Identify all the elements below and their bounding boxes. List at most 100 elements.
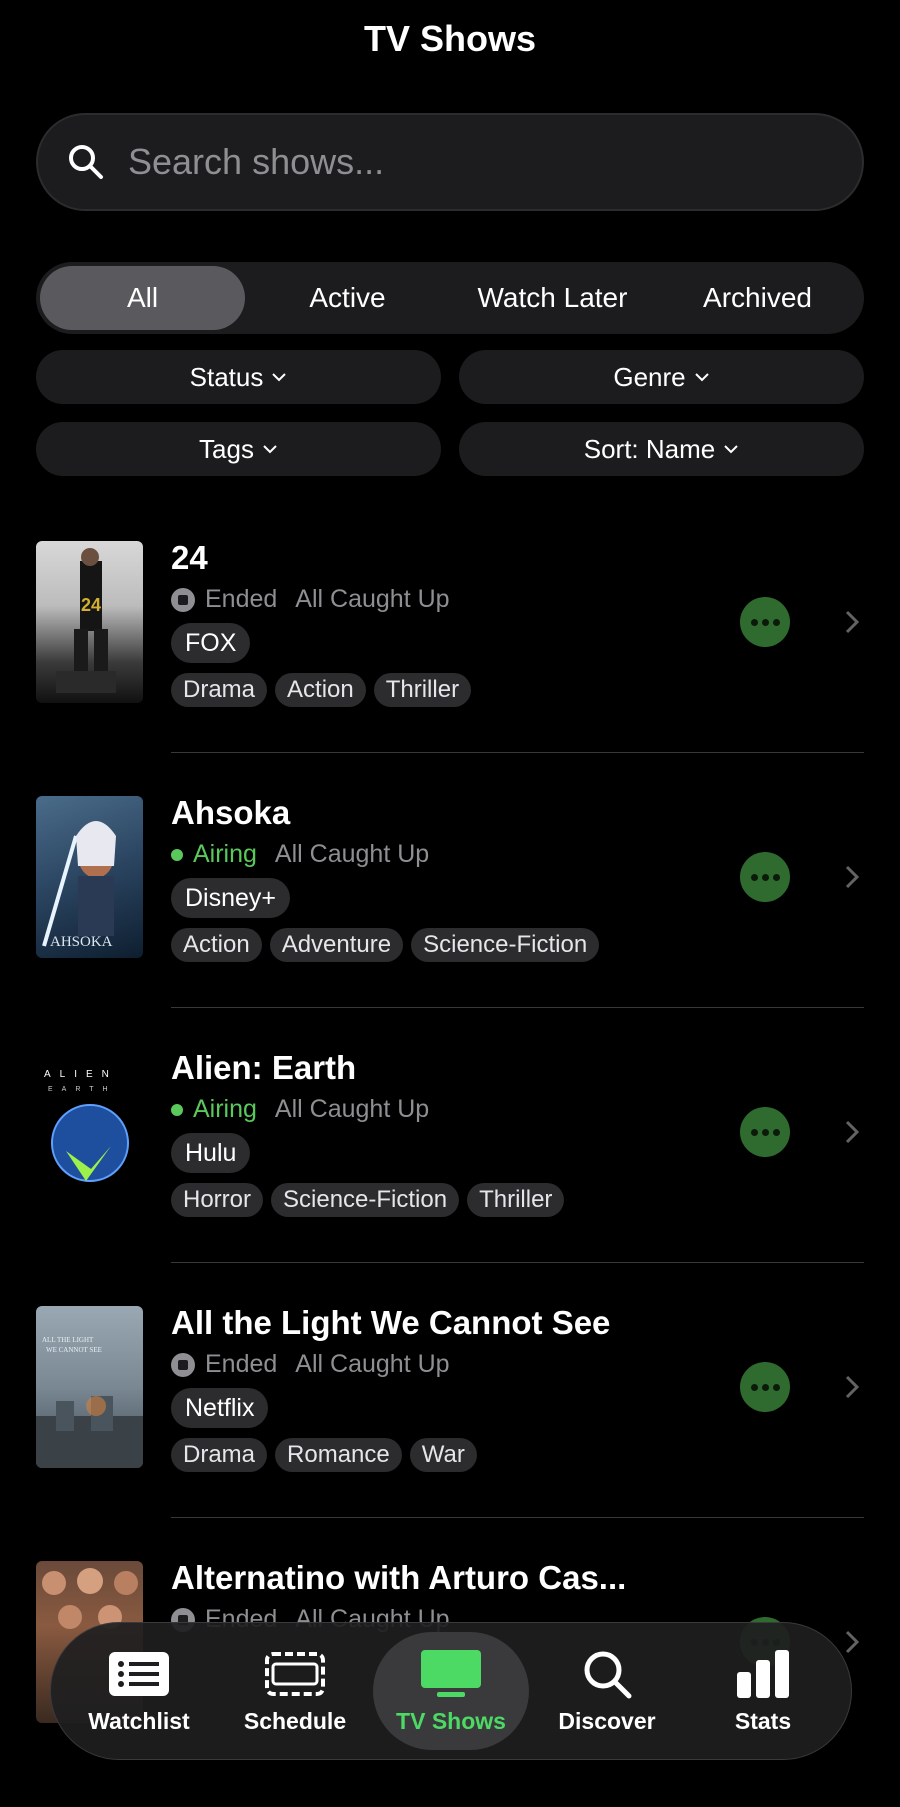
search-icon xyxy=(584,1651,632,1698)
chevron-down-icon xyxy=(272,373,287,382)
show-title: Ahsoka xyxy=(171,794,291,831)
tab-watchlist[interactable]: Watchlist xyxy=(61,1632,217,1750)
more-options-button[interactable] xyxy=(740,597,790,647)
more-dots-icon xyxy=(772,1383,780,1391)
search-icon xyxy=(69,145,103,179)
show-title: 24 xyxy=(171,539,208,576)
chevron-right-icon[interactable] xyxy=(844,1119,860,1145)
chevron-down-icon xyxy=(263,445,277,454)
status-text: Airing xyxy=(193,840,257,868)
poster-image: AHSOKA xyxy=(36,796,143,958)
more-dots-icon xyxy=(772,1128,780,1136)
svg-text:ALIEN: ALIEN xyxy=(44,1069,118,1080)
svg-text:EARTH: EARTH xyxy=(48,1086,117,1093)
more-dots-icon xyxy=(761,618,769,626)
genre-tag: Romance xyxy=(275,1438,402,1472)
progress-text: All Caught Up xyxy=(274,1095,430,1123)
more-options-button[interactable] xyxy=(740,852,790,902)
tv-icon xyxy=(421,1649,481,1697)
svg-text:ALL THE LIGHT: ALL THE LIGHT xyxy=(42,1336,94,1344)
divider xyxy=(171,1517,864,1518)
status-filter-button[interactable]: Status xyxy=(36,350,441,404)
genre-tag: Drama xyxy=(171,673,268,707)
chevron-right-icon[interactable] xyxy=(844,1374,860,1400)
show-row-24[interactable]: 24 24 Ended All Caught Up FOX Drama Acti… xyxy=(36,539,864,796)
tab-tv-shows[interactable]: TV Shows xyxy=(373,1632,529,1750)
tab-schedule[interactable]: Schedule xyxy=(217,1632,373,1750)
segment-active[interactable]: Active xyxy=(245,266,450,330)
more-dots-icon xyxy=(750,1383,758,1391)
segment-watch-later[interactable]: Watch Later xyxy=(450,266,655,330)
show-title: Alien: Earth xyxy=(171,1049,357,1086)
tab-label: TV Shows xyxy=(396,1707,506,1734)
show-row-alien-earth[interactable]: ALIEN EARTH Alien: Earth Airing All Caugh… xyxy=(36,1049,864,1306)
genre-tag: Science-Fiction xyxy=(271,1183,460,1217)
network-badge: Disney+ xyxy=(171,878,291,918)
chevron-right-icon[interactable] xyxy=(844,864,860,890)
genre-tag: War xyxy=(409,1438,477,1472)
network-badge: FOX xyxy=(171,623,251,663)
tab-discover[interactable]: Discover xyxy=(529,1632,685,1750)
show-status: Ended All Caught Up xyxy=(171,1350,450,1379)
segmented-control: All Active Watch Later Archived xyxy=(36,262,864,334)
show-title: Alternatino with Arturo Cas... xyxy=(171,1559,627,1596)
poster-image: ALL THE LIGHT WE CANNOT SEE xyxy=(36,1306,143,1468)
genre-tag: Thriller xyxy=(373,673,472,707)
svg-text:WE CANNOT SEE: WE CANNOT SEE xyxy=(46,1346,102,1354)
chevron-down-icon xyxy=(694,373,709,382)
genre-tags: Drama Action Thriller xyxy=(171,673,472,707)
genre-tags: Drama Romance War xyxy=(171,1438,477,1472)
show-row-all-the-light[interactable]: ALL THE LIGHT WE CANNOT SEE All the Light… xyxy=(36,1304,864,1561)
divider xyxy=(171,752,864,753)
show-status: Airing All Caught Up xyxy=(171,840,429,869)
poster-image: 24 xyxy=(36,541,143,703)
status-filter-label: Status xyxy=(189,361,264,392)
more-options-button[interactable] xyxy=(740,1362,790,1412)
more-dots-icon xyxy=(772,618,780,626)
chevron-right-icon[interactable] xyxy=(844,609,860,635)
more-options-button[interactable] xyxy=(740,1107,790,1157)
genre-tag: Drama xyxy=(171,1438,268,1472)
tags-filter-button[interactable]: Tags xyxy=(36,422,441,476)
show-row-ahsoka[interactable]: AHSOKA Ahsoka Airing All Caught Up Disne… xyxy=(36,794,864,1051)
genre-filter-label: Genre xyxy=(613,361,686,392)
status-text: Ended xyxy=(205,1350,278,1378)
progress-text: All Caught Up xyxy=(295,585,450,613)
genre-tag: Adventure xyxy=(269,928,404,962)
status-text: Ended xyxy=(205,585,278,613)
more-dots-icon xyxy=(761,1383,769,1391)
genre-filter-button[interactable]: Genre xyxy=(459,350,864,404)
more-dots-icon xyxy=(750,618,758,626)
show-title: All the Light We Cannot See xyxy=(171,1304,611,1341)
sort-label: Sort: Name xyxy=(583,433,716,464)
tab-label: Discover xyxy=(558,1707,656,1734)
genre-tag: Horror xyxy=(171,1183,264,1217)
ended-icon xyxy=(171,1352,195,1377)
poster-image: ALIEN EARTH xyxy=(36,1051,143,1213)
genre-tag: Action xyxy=(171,928,262,962)
tab-bar: Watchlist Schedule TV Shows Discover Sta… xyxy=(50,1622,852,1760)
more-dots-icon xyxy=(761,1128,769,1136)
more-dots-icon xyxy=(750,1128,758,1136)
airing-dot-icon xyxy=(171,848,183,861)
tab-label: Watchlist xyxy=(88,1707,190,1734)
svg-text:AHSOKA: AHSOKA xyxy=(50,934,113,950)
sort-button[interactable]: Sort: Name xyxy=(459,422,864,476)
search-bar[interactable] xyxy=(36,113,864,211)
svg-text:24: 24 xyxy=(81,595,101,615)
ended-icon xyxy=(171,587,195,612)
progress-text: All Caught Up xyxy=(295,1350,450,1378)
divider xyxy=(171,1007,864,1008)
page-title: TV Shows xyxy=(363,18,537,59)
tab-label: Schedule xyxy=(243,1707,347,1734)
status-text: Airing xyxy=(193,1095,257,1123)
chevron-down-icon xyxy=(724,445,738,454)
segment-archived[interactable]: Archived xyxy=(655,266,860,330)
tags-filter-label: Tags xyxy=(199,433,254,464)
genre-tag: Action xyxy=(275,673,366,707)
network-badge: Netflix xyxy=(171,1388,269,1428)
search-input[interactable] xyxy=(128,141,828,183)
chevron-right-icon[interactable] xyxy=(844,1629,860,1655)
tab-stats[interactable]: Stats xyxy=(685,1632,841,1750)
segment-all[interactable]: All xyxy=(40,266,245,330)
